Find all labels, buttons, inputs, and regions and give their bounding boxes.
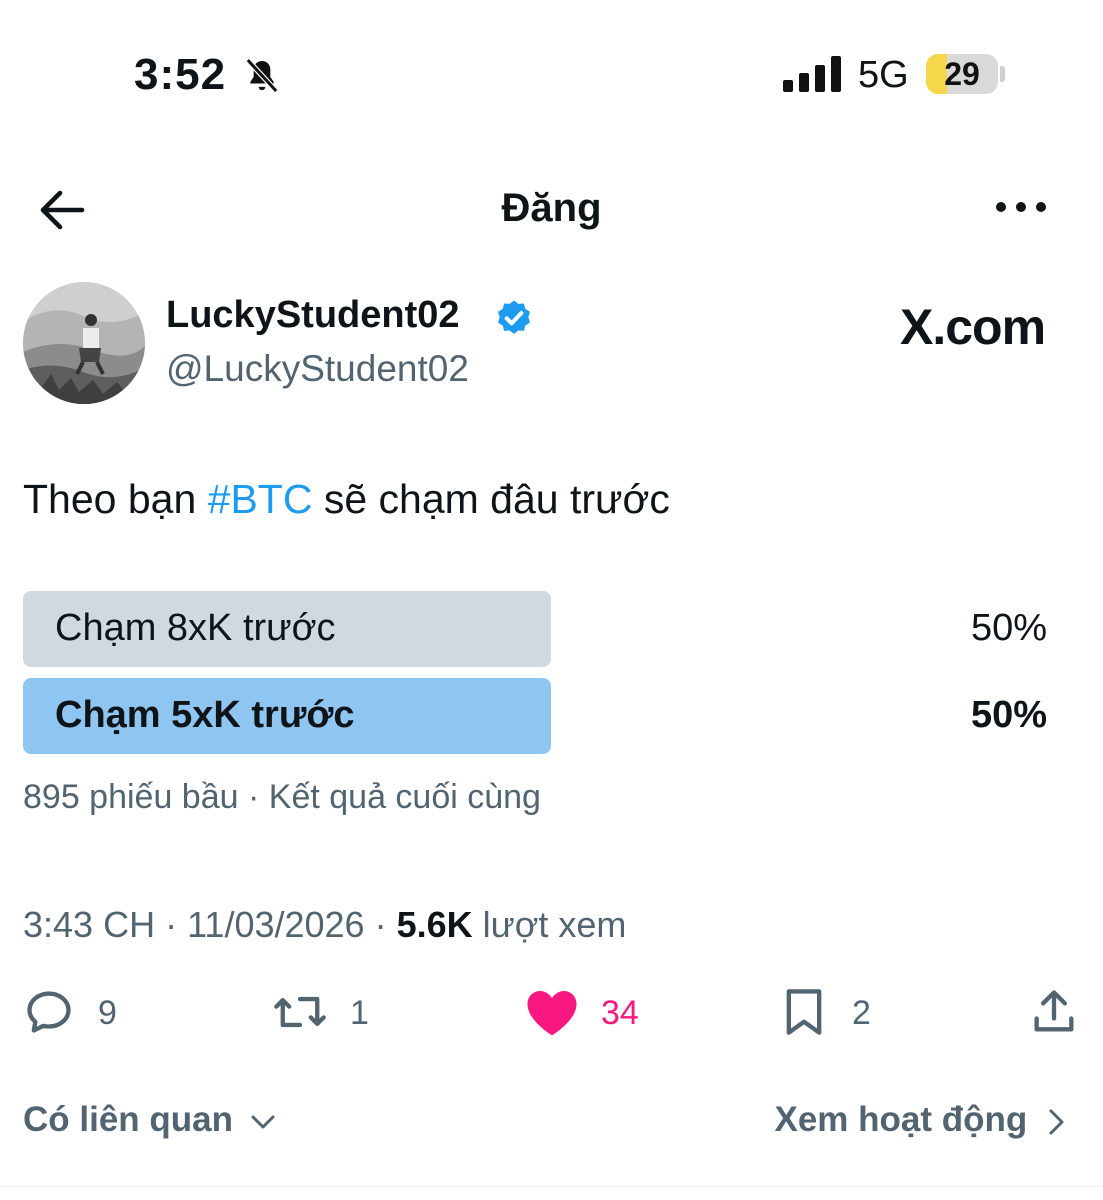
poll-option: Chạm 8xK trước 50% — [23, 591, 1063, 667]
meta-separator: · — [364, 904, 397, 945]
tweet-date[interactable]: 11/03/2026 — [187, 904, 365, 945]
reply-button[interactable]: 9 — [23, 986, 133, 1042]
tweet-text-after: sẽ chạm đâu trước — [312, 476, 670, 522]
top-nav: Đăng — [0, 160, 1103, 260]
share-button[interactable] — [1028, 986, 1080, 1042]
battery-percent: 29 — [944, 56, 980, 92]
tweet-text-before: Theo bạn — [23, 476, 208, 522]
view-label: lượt xem — [472, 904, 627, 945]
more-options-icon[interactable] — [994, 196, 1048, 218]
bookmark-icon — [786, 989, 822, 1035]
meta-separator: · — [155, 904, 188, 945]
bell-slash-icon — [245, 58, 279, 93]
page-title: Đăng — [501, 186, 602, 230]
like-button[interactable]: 34 — [524, 986, 654, 1042]
poll-option: Chạm 5xK trước 50% — [23, 678, 1063, 754]
display-name[interactable]: LuckyStudent02 — [166, 294, 460, 337]
divider — [0, 1186, 1103, 1187]
repost-button[interactable]: 1 — [272, 986, 382, 1042]
like-count: 34 — [601, 994, 639, 1032]
reply-count: 9 — [98, 994, 117, 1032]
related-dropdown[interactable]: Có liên quan — [23, 1100, 277, 1140]
verified-badge-icon — [498, 300, 530, 334]
share-icon — [1034, 990, 1074, 1032]
view-count: 5.6K — [396, 904, 473, 945]
chevron-right-icon — [1049, 1109, 1064, 1135]
poll-option-label: Chạm 5xK trước — [55, 694, 355, 736]
poll-meta: 895 phiếu bầu · Kết quả cuối cùng — [23, 778, 541, 817]
battery-indicator: 29 — [926, 54, 998, 94]
related-label: Có liên quan — [23, 1100, 233, 1139]
status-time: 3:52 — [134, 50, 227, 99]
view-activity-label: Xem hoạt động — [774, 1100, 1028, 1139]
tweet-meta: 3:43 CH · 11/03/2026 · 5.6K lượt xem — [23, 904, 626, 946]
bookmark-count: 2 — [852, 994, 871, 1032]
bookmark-button[interactable]: 2 — [780, 986, 890, 1042]
poll-vote-count: 895 phiếu bầu — [23, 778, 239, 816]
chevron-down-icon — [251, 1115, 275, 1129]
repost-count: 1 — [350, 994, 369, 1032]
avatar[interactable] — [23, 282, 145, 404]
repost-icon — [274, 996, 326, 1028]
poll-status: Kết quả cuối cùng — [268, 778, 541, 816]
poll-option-percent: 50% — [970, 694, 1047, 736]
status-bar: 3:52 5G 29 — [0, 0, 1103, 150]
poll-option-label: Chạm 8xK trước — [55, 607, 336, 649]
tweet-time[interactable]: 3:43 CH — [23, 904, 155, 945]
battery-nub — [1000, 66, 1005, 82]
x-logo-watermark: X.com — [900, 299, 1046, 355]
cellular-signal-icon — [783, 56, 841, 92]
tweet-text: Theo bạn #BTC sẽ chạm đâu trước — [23, 476, 670, 523]
view-activity-link[interactable]: Xem hoạt động — [774, 1100, 1067, 1140]
poll-option-percent: 50% — [970, 607, 1047, 649]
poll-meta-separator: · — [238, 778, 269, 816]
hashtag-link[interactable]: #BTC — [208, 476, 313, 522]
heart-icon — [527, 991, 577, 1036]
reply-icon — [27, 991, 71, 1033]
network-type: 5G — [858, 54, 909, 96]
user-handle[interactable]: @LuckyStudent02 — [166, 348, 469, 390]
